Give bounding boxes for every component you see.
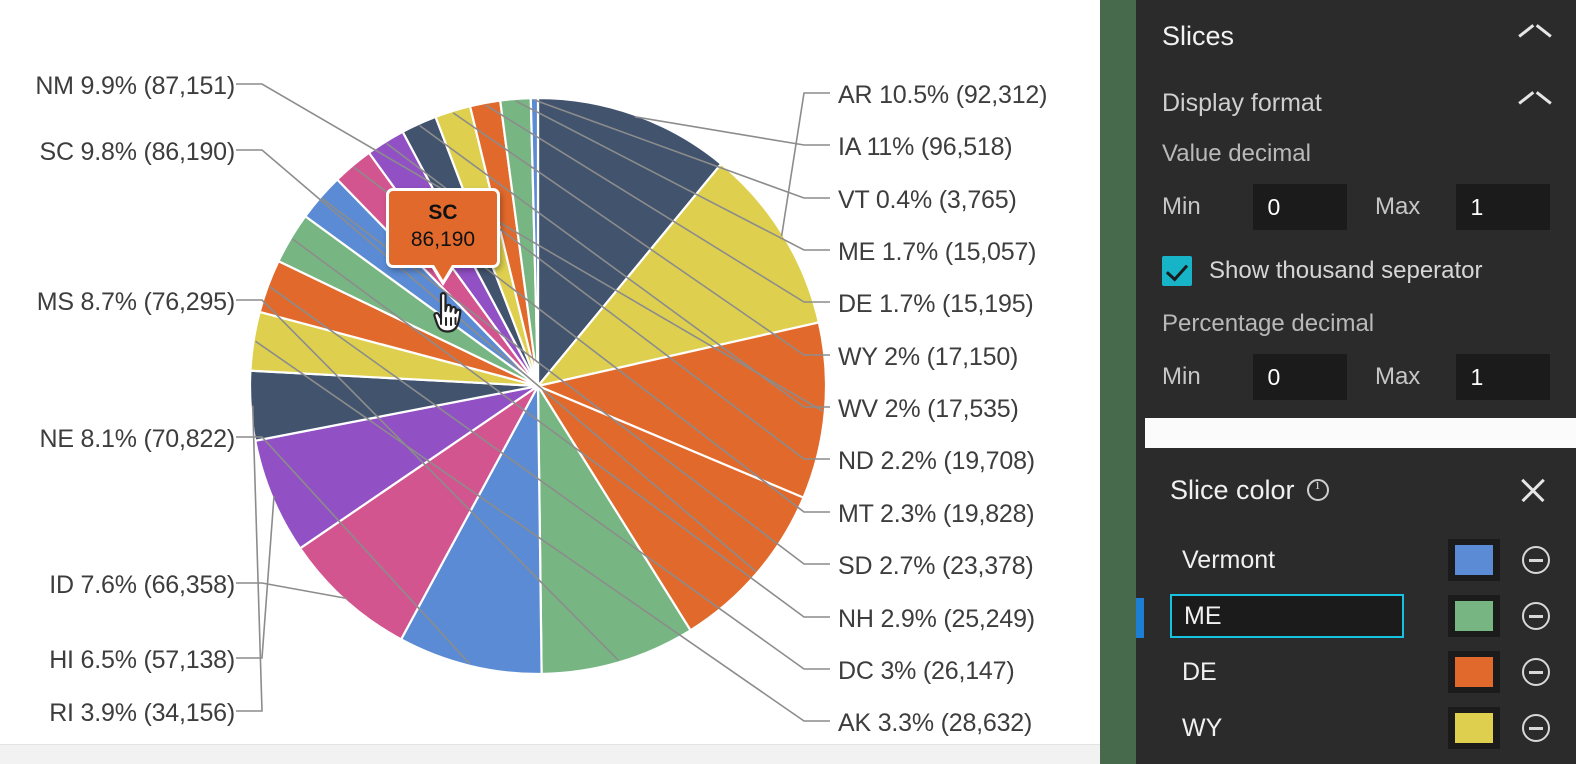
remove-icon[interactable] [1522, 602, 1550, 630]
slice-name-input[interactable]: ME [1170, 594, 1404, 638]
value-decimal-min-input[interactable]: 0 [1253, 184, 1347, 230]
leader-line-ar [780, 92, 830, 237]
slices-section-title: Slices [1162, 20, 1235, 51]
pie-label-sc: SC 9.8% (86,190) [39, 138, 235, 166]
pointer-cursor-icon [433, 292, 462, 333]
pie-label-ia: IA 11% (96,518) [838, 133, 1013, 161]
slice-color-header: Slice color [1170, 448, 1550, 532]
pie-label-dc: DC 3% (26,147) [838, 657, 1015, 685]
percentage-decimal-max-input[interactable]: 1 [1456, 354, 1550, 400]
percentage-decimal-min-label: Min [1162, 363, 1201, 390]
slice-name-label[interactable]: WY [1170, 714, 1448, 743]
pie-label-de: DE 1.7% (15,195) [838, 290, 1034, 318]
thousand-separator-label: Show thousand seperator [1209, 257, 1483, 284]
slice-color-title: Slice color [1170, 474, 1295, 505]
pie-label-ne: NE 8.1% (70,822) [39, 425, 235, 453]
slice-color-row[interactable]: Vermont [1170, 532, 1550, 588]
pie-label-nh: NH 2.9% (25,249) [838, 605, 1035, 633]
remove-icon[interactable] [1522, 546, 1550, 574]
value-decimal-max-label: Max [1374, 193, 1421, 220]
slice-color-list: Vermont ME DE WY [1170, 532, 1550, 756]
color-swatch [1455, 601, 1493, 631]
pie-label-id: ID 7.6% (66,358) [49, 571, 235, 599]
remove-icon[interactable] [1522, 658, 1550, 686]
slice-color-row[interactable]: ME [1170, 588, 1550, 644]
percentage-decimal-max-label: Max [1374, 363, 1421, 390]
pie-label-ms: MS 8.7% (76,295) [36, 288, 235, 316]
pie-label-me: ME 1.7% (15,057) [838, 238, 1037, 266]
app-root: NM 9.9% (87,151) SC 9.8% (86,190) MS 8.7… [0, 0, 1576, 764]
pie-label-mt: MT 2.3% (19,828) [838, 500, 1035, 528]
info-icon[interactable] [1306, 477, 1329, 501]
pie-label-hi: HI 6.5% (57,138) [49, 646, 235, 674]
color-swatch-button[interactable] [1448, 651, 1500, 693]
pie-label-ak: AK 3.3% (28,632) [838, 709, 1033, 737]
color-swatch-button[interactable] [1448, 707, 1500, 749]
slices-settings-panel: Slices Display format Value decimal Min … [1136, 0, 1576, 418]
pie-label-sd: SD 2.7% (23,378) [838, 552, 1034, 580]
percentage-decimal-min-input[interactable]: 0 [1253, 354, 1347, 400]
slice-tooltip: SC 86,190 [386, 188, 500, 286]
color-swatch [1455, 713, 1493, 743]
display-format-header[interactable]: Display format [1162, 72, 1550, 134]
chevron-up-icon-display-format[interactable] [1520, 94, 1550, 112]
color-swatch-button[interactable] [1448, 595, 1500, 637]
thousand-separator-row[interactable]: Show thousand seperator [1162, 256, 1550, 286]
pie-label-wv: WV 2% (17,535) [838, 395, 1019, 423]
pie-chart-canvas[interactable]: NM 9.9% (87,151) SC 9.8% (86,190) MS 8.7… [0, 0, 1100, 744]
chevron-up-icon-slices[interactable] [1520, 27, 1550, 45]
leader-line-hi [236, 496, 275, 659]
pie-label-wy: WY 2% (17,150) [838, 343, 1019, 371]
value-decimal-minmax-row: Min 0 Max 1 [1162, 184, 1550, 230]
color-swatch [1455, 657, 1493, 687]
tooltip-tail-inner [434, 265, 452, 280]
pie-label-vt: VT 0.4% (3,765) [838, 186, 1017, 214]
pie-chart-panel: NM 9.9% (87,151) SC 9.8% (86,190) MS 8.7… [0, 0, 1100, 764]
value-decimal-max-input[interactable]: 1 [1456, 184, 1550, 230]
remove-icon[interactable] [1522, 714, 1550, 742]
value-decimal-label: Value decimal [1162, 140, 1311, 167]
value-decimal-min-label: Min [1162, 193, 1201, 220]
tooltip-title: SC [428, 200, 458, 224]
slice-color-row[interactable]: WY [1170, 700, 1550, 756]
pie-label-nd: ND 2.2% (19,708) [838, 447, 1035, 475]
slice-color-panel: Slice color Vermont ME DE WY [1144, 448, 1576, 764]
tooltip-value: 86,190 [410, 227, 476, 251]
pie-label-ar: AR 10.5% (92,312) [838, 81, 1048, 109]
slice-color-row[interactable]: DE [1170, 644, 1550, 700]
color-swatch [1455, 545, 1493, 575]
slice-name-label[interactable]: Vermont [1170, 546, 1448, 575]
percentage-decimal-minmax-row: Min 0 Max 1 [1162, 354, 1550, 400]
close-icon[interactable] [1516, 473, 1550, 507]
thousand-separator-checkbox[interactable] [1162, 256, 1192, 286]
slice-name-label[interactable]: DE [1170, 658, 1448, 687]
color-swatch-button[interactable] [1448, 539, 1500, 581]
pie-label-ri: RI 3.9% (34,156) [49, 699, 235, 727]
chart-scrollbar-track[interactable] [0, 744, 1100, 764]
slices-section-header[interactable]: Slices [1162, 0, 1550, 72]
display-format-title: Display format [1162, 88, 1322, 117]
pie-label-nm: NM 9.9% (87,151) [35, 72, 235, 100]
percentage-decimal-label: Percentage decimal [1162, 310, 1375, 337]
